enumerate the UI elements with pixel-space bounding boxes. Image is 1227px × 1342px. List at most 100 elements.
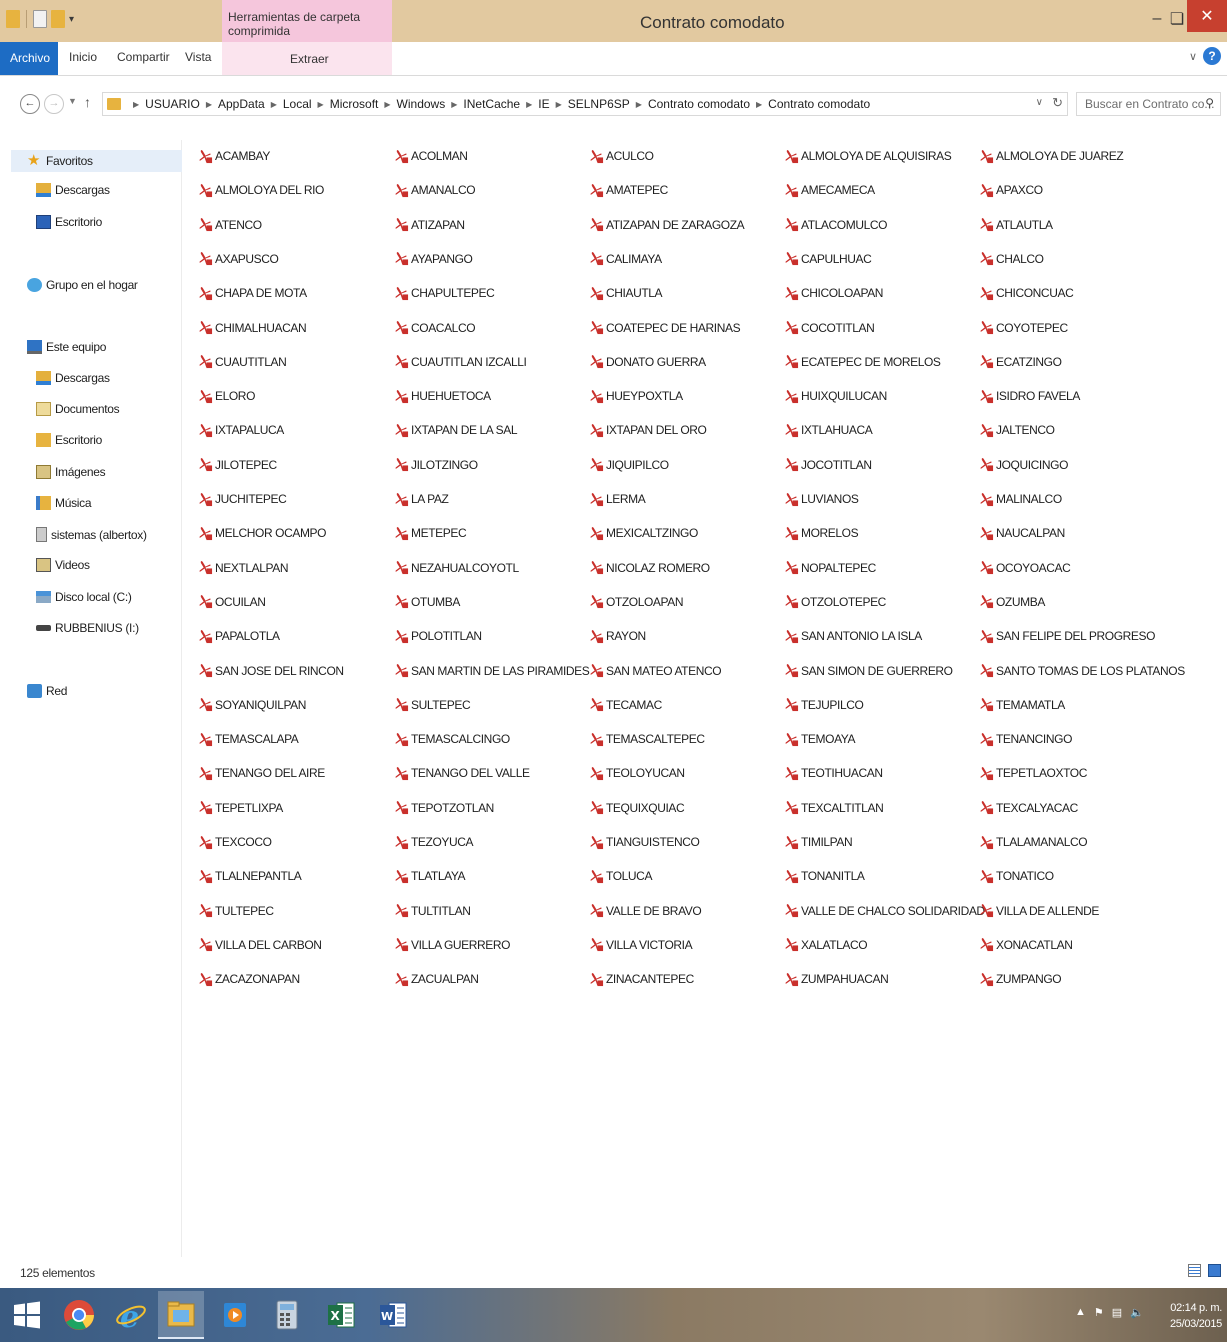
network-status-icon[interactable]: ▤	[1112, 1306, 1122, 1319]
file-item[interactable]: LUVIANOS	[784, 489, 859, 509]
file-item[interactable]: TEMASCALTEPEC	[589, 729, 705, 749]
file-item[interactable]: SAN SIMON DE GUERRERO	[784, 661, 953, 681]
address-bar[interactable]: ▶ USUARIO ▶ AppData ▶ Local ▶ Microsoft …	[102, 92, 1068, 116]
search-input[interactable]: Buscar en Contrato co... ⚲	[1076, 92, 1221, 116]
up-button[interactable]: ↑	[84, 94, 91, 110]
file-item[interactable]: TENANGO DEL VALLE	[394, 763, 530, 783]
file-item[interactable]: AMECAMECA	[784, 180, 875, 200]
file-item[interactable]: XONACATLAN	[979, 935, 1073, 955]
breadcrumb-item[interactable]: Windows	[397, 97, 446, 111]
file-item[interactable]: VILLA DEL CARBON	[198, 935, 322, 955]
file-item[interactable]: RAYON	[589, 626, 646, 646]
nav-item-red[interactable]: Red	[27, 684, 67, 698]
volume-icon[interactable]: 🔈	[1130, 1306, 1144, 1319]
file-item[interactable]: ATLACOMULCO	[784, 215, 887, 235]
large-icons-view-icon[interactable]	[1208, 1264, 1221, 1277]
file-item[interactable]: ZUMPANGO	[979, 969, 1062, 989]
file-item[interactable]: MELCHOR OCAMPO	[198, 523, 326, 543]
file-item[interactable]: TULTITLAN	[394, 901, 471, 921]
close-button[interactable]: ✕	[1187, 0, 1227, 32]
properties-icon[interactable]	[33, 10, 47, 28]
file-item[interactable]: JILOTEPEC	[198, 455, 277, 475]
file-item[interactable]: ACOLMAN	[394, 146, 468, 166]
file-item[interactable]: HUEYPOXTLA	[589, 386, 683, 406]
breadcrumb-item[interactable]: Contrato comodato	[768, 97, 870, 111]
file-item[interactable]: JALTENCO	[979, 420, 1055, 440]
file-item[interactable]: TEPETLAOXTOC	[979, 763, 1087, 783]
file-item[interactable]: ZACUALPAN	[394, 969, 479, 989]
file-item[interactable]: ZACAZONAPAN	[198, 969, 300, 989]
file-item[interactable]: ZINACANTEPEC	[589, 969, 694, 989]
file-item[interactable]: COACALCO	[394, 318, 476, 338]
new-folder-icon[interactable]	[51, 10, 65, 28]
nav-item-disco-local[interactable]: Disco local (C:)	[36, 590, 132, 604]
file-item[interactable]: OZUMBA	[979, 592, 1045, 612]
breadcrumb-separator-icon[interactable]: ▶	[636, 100, 642, 109]
file-item[interactable]: IXTAPAN DE LA SAL	[394, 420, 518, 440]
file-item[interactable]: TENANGO DEL AIRE	[198, 763, 325, 783]
file-item[interactable]: JUCHITEPEC	[198, 489, 287, 509]
file-item[interactable]: NAUCALPAN	[979, 523, 1065, 543]
file-item[interactable]: SAN ANTONIO LA ISLA	[784, 626, 922, 646]
file-item[interactable]: TEOLOYUCAN	[589, 763, 685, 783]
file-item[interactable]: OCUILAN	[198, 592, 266, 612]
file-item[interactable]: CALIMAYA	[589, 249, 662, 269]
file-item[interactable]: ATENCO	[198, 215, 262, 235]
file-item[interactable]: TEXCALYACAC	[979, 798, 1078, 818]
file-item[interactable]: JIQUIPILCO	[589, 455, 669, 475]
breadcrumb-separator-icon[interactable]: ▶	[318, 100, 324, 109]
file-item[interactable]: COATEPEC DE HARINAS	[589, 318, 741, 338]
file-item[interactable]: ALMOLOYA DE ALQUISIRAS	[784, 146, 952, 166]
nav-item-musica[interactable]: Música	[36, 496, 92, 510]
file-item[interactable]: LERMA	[589, 489, 646, 509]
breadcrumb-item[interactable]: IE	[538, 97, 549, 111]
file-item[interactable]: TEJUPILCO	[784, 695, 864, 715]
file-item[interactable]: HUIXQUILUCAN	[784, 386, 887, 406]
help-icon[interactable]: ?	[1203, 47, 1221, 65]
forward-button[interactable]: →	[44, 94, 64, 114]
tab-extraer[interactable]: Extraer	[222, 42, 392, 75]
tab-vista[interactable]: Vista	[185, 50, 211, 64]
file-item[interactable]: NEZAHUALCOYOTL	[394, 558, 519, 578]
nav-item-pc-descargas[interactable]: Descargas	[36, 371, 110, 385]
file-item[interactable]: VILLA GUERRERO	[394, 935, 511, 955]
file-item[interactable]: ECATEPEC DE MORELOS	[784, 352, 941, 372]
recent-locations-icon[interactable]: ▼	[68, 96, 77, 106]
file-item[interactable]: NOPALTEPEC	[784, 558, 876, 578]
file-item[interactable]: TONANITLA	[784, 866, 865, 886]
file-item[interactable]: ACULCO	[589, 146, 654, 166]
nav-item-descargas[interactable]: Descargas	[36, 183, 110, 197]
breadcrumb-item[interactable]: USUARIO	[145, 97, 200, 111]
tab-archivo[interactable]: Archivo	[0, 42, 58, 75]
show-hidden-icons-icon[interactable]: ▲	[1075, 1306, 1086, 1319]
file-item[interactable]: MALINALCO	[979, 489, 1062, 509]
breadcrumb-separator-icon[interactable]: ▶	[133, 100, 139, 109]
maximize-button[interactable]: ❏	[1168, 6, 1186, 32]
file-item[interactable]: ISIDRO FAVELA	[979, 386, 1080, 406]
breadcrumb-separator-icon[interactable]: ▶	[756, 100, 762, 109]
file-item[interactable]: AMANALCO	[394, 180, 476, 200]
file-item[interactable]: TOLUCA	[589, 866, 652, 886]
chrome-taskbar-button[interactable]	[56, 1291, 102, 1339]
file-item[interactable]: CUAUTITLAN IZCALLI	[394, 352, 527, 372]
file-item[interactable]: DONATO GUERRA	[589, 352, 706, 372]
nav-item-favoritos[interactable]: ★ Favoritos	[11, 150, 182, 172]
file-item[interactable]: TEMASCALCINGO	[394, 729, 510, 749]
file-item[interactable]: TULTEPEC	[198, 901, 274, 921]
file-item[interactable]: COCOTITLAN	[784, 318, 875, 338]
file-item[interactable]: OTZOLOAPAN	[589, 592, 684, 612]
file-item[interactable]: TECAMAC	[589, 695, 662, 715]
expand-ribbon-icon[interactable]: ∨	[1189, 50, 1197, 63]
nav-item-este-equipo[interactable]: Este equipo	[27, 340, 106, 354]
file-item[interactable]: CHALCO	[979, 249, 1044, 269]
tab-inicio[interactable]: Inicio	[69, 50, 97, 64]
breadcrumb-item[interactable]: Microsoft	[330, 97, 379, 111]
file-item[interactable]: ALMOLOYA DE JUAREZ	[979, 146, 1124, 166]
file-item[interactable]: CUAUTITLAN	[198, 352, 287, 372]
file-item[interactable]: TIANGUISTENCO	[589, 832, 700, 852]
breadcrumb-item[interactable]: INetCache	[463, 97, 520, 111]
minimize-button[interactable]: –	[1148, 6, 1166, 32]
start-button[interactable]	[4, 1291, 50, 1339]
file-item[interactable]: COYOTEPEC	[979, 318, 1068, 338]
file-item[interactable]: JOCOTITLAN	[784, 455, 872, 475]
